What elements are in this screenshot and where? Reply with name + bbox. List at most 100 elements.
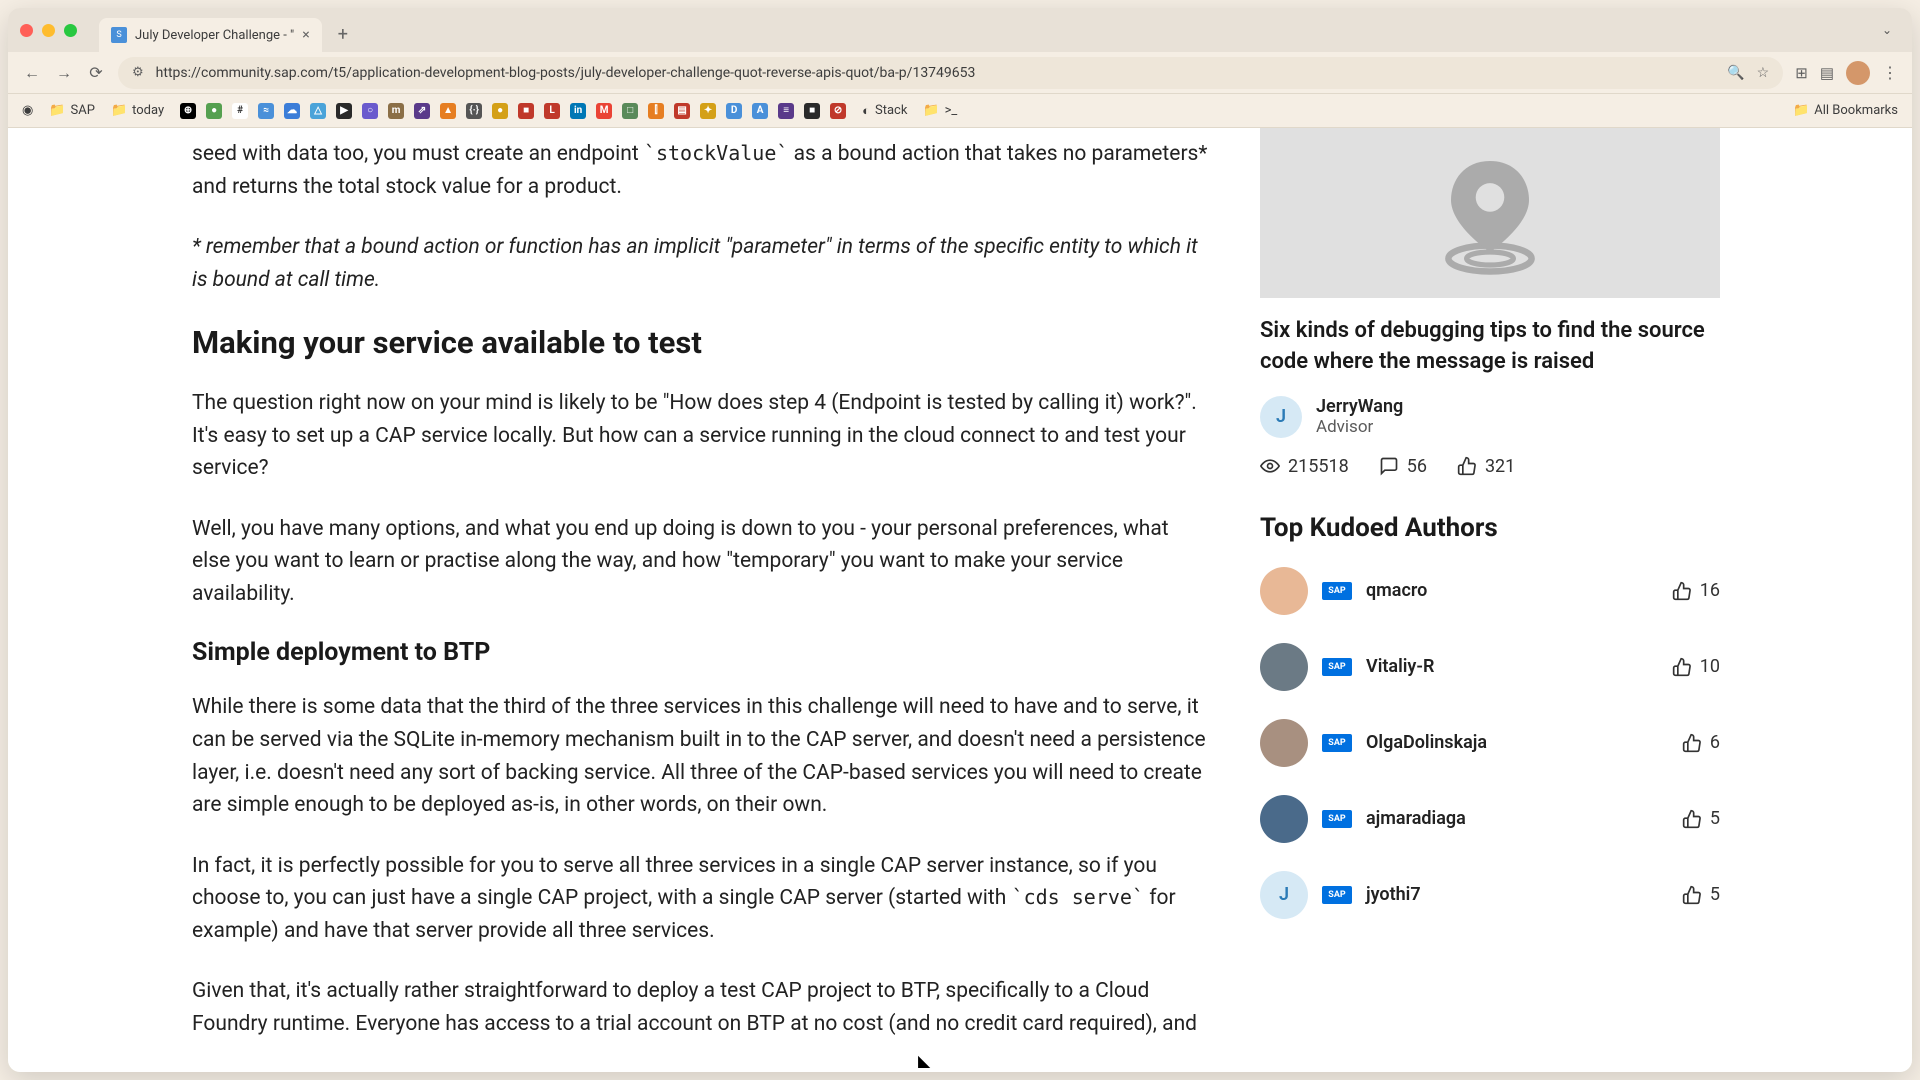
bookmark-favicon-icon[interactable]: ▲ (440, 103, 456, 119)
kudoed-author-row[interactable]: SAPVitaliy-R10 (1260, 643, 1720, 691)
window-dropdown-icon[interactable]: ⌄ (1882, 23, 1892, 37)
comments-count: 56 (1407, 456, 1427, 477)
bookmark-favicon-icon[interactable]: # (232, 103, 248, 119)
bookmark-label: >_ (945, 103, 958, 118)
minimize-window-button[interactable] (42, 24, 55, 37)
bookmarks-bar: ◉ 📁 SAP 📁 today ⊕ ● # ≈ ☁ △ ▶ ○ m ⇗ ▲ {·} ● ■ Lin M □ ⫿ ▤ ✦… (8, 94, 1912, 128)
bookmark-favicon-icon[interactable]: ✦ (700, 103, 716, 119)
bookmark-apps-icon[interactable]: ◉ (22, 103, 33, 118)
bookmark-favicon-icon[interactable]: m (388, 103, 404, 119)
author-name: ajmaradiaga (1366, 808, 1668, 829)
extensions-icon[interactable]: ⊞ (1795, 64, 1808, 82)
article-heading-h2: Making your service available to test (192, 324, 1212, 361)
map-pin-icon (1425, 148, 1555, 278)
bookmark-item[interactable]: 📁 today (111, 103, 164, 118)
comment-icon (1379, 456, 1399, 476)
article-body: seed with data too, you must create an e… (192, 128, 1212, 1072)
author-name: Vitaliy-R (1366, 656, 1658, 677)
browser-tab[interactable]: S July Developer Challenge - " × (99, 18, 322, 52)
author-avatar: J (1260, 396, 1302, 438)
bookmark-favicon-icon[interactable]: in (570, 103, 586, 119)
bookmark-favicon-icon[interactable]: ▶ (336, 103, 352, 119)
bookmark-favicon-icon[interactable]: ○ (362, 103, 378, 119)
bookmark-favicon-icon[interactable]: □ (622, 103, 638, 119)
bookmark-favicon-icon[interactable]: ☁ (284, 103, 300, 119)
sap-badge-icon: SAP (1322, 658, 1352, 676)
address-bar[interactable]: ⚙ https://community.sap.com/t5/applicati… (118, 57, 1783, 89)
tab-title: July Developer Challenge - " (135, 28, 294, 43)
bookmark-favicon-icon[interactable]: A (752, 103, 768, 119)
thumbs-up-icon (1682, 809, 1702, 829)
text-run: seed with data too, you must create an e… (192, 142, 644, 166)
eye-icon (1260, 456, 1280, 476)
tab-favicon-icon: S (111, 27, 127, 43)
kudos-count: 6 (1682, 732, 1720, 753)
bookmark-stack[interactable]: ◐ Stack (862, 103, 907, 119)
browser-menu-button[interactable]: ⋮ (1882, 63, 1898, 82)
bookmark-favicon-icon[interactable]: ⇗ (414, 103, 430, 119)
article-paragraph: The question right now on your mind is l… (192, 387, 1212, 485)
inline-code: `cds serve` (1012, 885, 1144, 909)
bookmark-favicon-icon[interactable]: ■ (518, 103, 534, 119)
bookmark-favicon-icon[interactable]: ⊕ (180, 103, 196, 119)
bookmark-folder[interactable]: 📁 >_ (923, 103, 957, 118)
views-stat: 215518 (1260, 456, 1349, 477)
sidebar: Six kinds of debugging tips to find the … (1260, 128, 1720, 1072)
profile-avatar[interactable] (1846, 61, 1870, 85)
bookmark-label: All Bookmarks (1814, 103, 1898, 118)
maximize-window-button[interactable] (64, 24, 77, 37)
kudoed-author-row[interactable]: SAPqmacro16 (1260, 567, 1720, 615)
related-post-title[interactable]: Six kinds of debugging tips to find the … (1260, 316, 1720, 378)
bookmark-star-icon[interactable]: ☆ (1757, 65, 1770, 81)
tab-close-button[interactable]: × (302, 27, 309, 43)
bookmark-label: SAP (71, 103, 95, 118)
zoom-icon[interactable]: 🔍 (1727, 65, 1744, 81)
related-post-author[interactable]: J JerryWang Advisor (1260, 396, 1720, 438)
bookmark-favicon-icon[interactable]: ⫿ (648, 103, 664, 119)
close-window-button[interactable] (20, 24, 33, 37)
forward-button[interactable]: → (54, 63, 74, 83)
back-button[interactable]: ← (22, 63, 42, 83)
address-bar-row: ← → ⟳ ⚙ https://community.sap.com/t5/app… (8, 52, 1912, 94)
related-post-image[interactable] (1260, 128, 1720, 298)
all-bookmarks-button[interactable]: 📁 All Bookmarks (1793, 103, 1898, 118)
window-controls (20, 24, 77, 37)
site-settings-icon[interactable]: ⚙ (132, 65, 144, 80)
article-paragraph: Well, you have many options, and what yo… (192, 513, 1212, 611)
bookmark-favicon-icon[interactable]: ▤ (674, 103, 690, 119)
article-paragraph: seed with data too, you must create an e… (192, 138, 1212, 203)
likes-stat: 321 (1457, 456, 1515, 477)
author-avatar (1260, 643, 1308, 691)
new-tab-button[interactable]: + (338, 24, 348, 45)
bookmark-favicon-icon[interactable]: L (544, 103, 560, 119)
article-note: * remember that a bound action or functi… (192, 231, 1212, 296)
article-paragraph: Given that, it's actually rather straigh… (192, 975, 1212, 1040)
kudos-count: 5 (1682, 808, 1720, 829)
kudoed-author-row[interactable]: SAPOlgaDolinskaja6 (1260, 719, 1720, 767)
thumbs-up-icon (1672, 581, 1692, 601)
thumbs-up-icon (1682, 733, 1702, 753)
author-avatar: J (1260, 871, 1308, 919)
url-text: https://community.sap.com/t5/application… (156, 65, 1716, 81)
kudoed-author-row[interactable]: SAPajmaradiaga5 (1260, 795, 1720, 843)
bookmark-favicon-icon[interactable]: ⊘ (830, 103, 846, 119)
bookmark-favicon-icon[interactable]: {·} (466, 103, 482, 119)
bookmark-favicon-icon[interactable]: ≈ (258, 103, 274, 119)
author-name: qmacro (1366, 580, 1658, 601)
bookmark-favicon-icon[interactable]: ● (206, 103, 222, 119)
reading-list-icon[interactable]: ▤ (1820, 64, 1834, 82)
bookmark-favicon-icon[interactable]: △ (310, 103, 326, 119)
bookmark-favicon-icon[interactable]: ≡ (778, 103, 794, 119)
kudoed-author-row[interactable]: JSAPjyothi75 (1260, 871, 1720, 919)
bookmark-favicon-icon[interactable]: ● (492, 103, 508, 119)
bookmark-favicon-icon[interactable]: ■ (804, 103, 820, 119)
author-avatar (1260, 719, 1308, 767)
bookmark-favicon-icon[interactable]: D (726, 103, 742, 119)
bookmark-favicon-icon[interactable]: M (596, 103, 612, 119)
author-avatar (1260, 567, 1308, 615)
author-name: OlgaDolinskaja (1366, 732, 1668, 753)
article-paragraph: While there is some data that the third … (192, 691, 1212, 821)
bookmark-item[interactable]: 📁 SAP (49, 103, 95, 118)
reload-button[interactable]: ⟳ (86, 63, 106, 83)
bookmark-label: today (132, 103, 164, 118)
